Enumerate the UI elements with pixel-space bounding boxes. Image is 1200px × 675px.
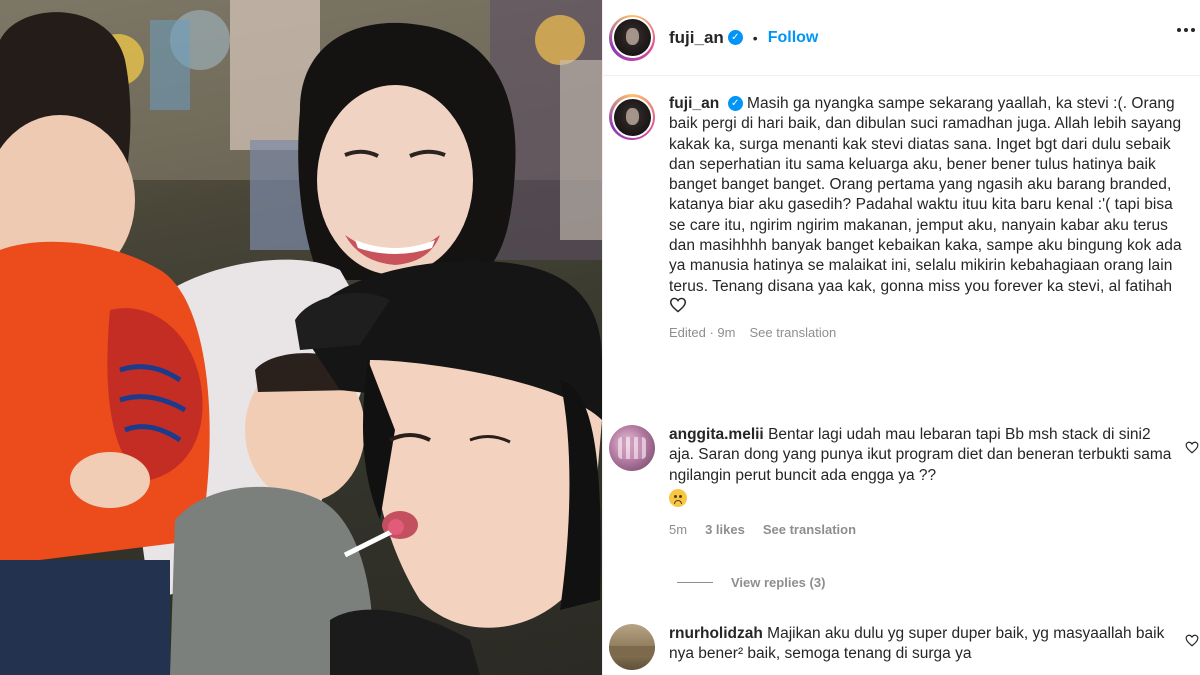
post-photo	[0, 0, 602, 675]
comment-2: rnurholidzah Majikan aku dulu yg super d…	[609, 624, 1200, 670]
comment-like-icon[interactable]	[1185, 634, 1199, 647]
comment-1-time: 5m	[669, 522, 688, 538]
author-avatar[interactable]	[609, 14, 655, 61]
verified-badge-icon: ✓	[727, 30, 743, 45]
comment-1-likes[interactable]: 3 likes	[705, 522, 745, 537]
more-options-icon[interactable]	[1177, 28, 1195, 32]
comment-1-avatar[interactable]	[609, 425, 655, 471]
author-username[interactable]: fuji_an	[669, 28, 724, 48]
verified-badge-icon: ✓	[727, 96, 743, 112]
sad-face-emoji	[669, 488, 687, 507]
caption-meta: Edited · 9m See translation	[669, 325, 1189, 340]
view-replies-button[interactable]: View replies (3)	[677, 575, 825, 590]
comment-1: anggita.melii Bentar lagi udah mau lebar…	[609, 425, 1200, 537]
caption-username[interactable]: fuji_an	[669, 95, 719, 112]
caption-see-translation[interactable]: See translation	[749, 325, 836, 340]
view-replies-label[interactable]: View replies (3)	[731, 575, 825, 590]
comment-1-username[interactable]: anggita.melii	[669, 426, 764, 443]
edited-label: Edited · 9m	[669, 325, 736, 341]
comment-1-see-translation[interactable]: See translation	[763, 522, 856, 537]
post-caption: fuji_an ✓ Masih ga nyangka sampe sekaran…	[609, 94, 1200, 340]
post-header: fuji_an ✓ • Follow	[603, 0, 1200, 76]
post-photo-illustration	[0, 0, 602, 675]
comment-1-text: anggita.melii Bentar lagi udah mau lebar…	[669, 425, 1174, 510]
heart-outline-icon	[669, 297, 687, 313]
post-sidebar: fuji_an ✓ • Follow fuji_an ✓ Masih ga ny…	[602, 0, 1200, 675]
comment-2-username[interactable]: rnurholidzah	[669, 625, 763, 642]
caption-body-text: Masih ga nyangka sampe sekarang yaallah,…	[669, 95, 1182, 295]
view-replies-line	[677, 582, 713, 583]
caption-author-avatar[interactable]	[609, 94, 655, 140]
comment-like-icon[interactable]	[1185, 441, 1199, 454]
comment-2-avatar[interactable]	[609, 624, 655, 670]
caption-text: fuji_an ✓ Masih ga nyangka sampe sekaran…	[669, 94, 1189, 317]
comment-1-meta: 5m 3 likes See translation	[669, 522, 1174, 537]
comment-2-text: rnurholidzah Majikan aku dulu yg super d…	[669, 624, 1174, 665]
follow-button[interactable]: Follow	[768, 29, 819, 47]
header-separator: •	[752, 29, 758, 46]
